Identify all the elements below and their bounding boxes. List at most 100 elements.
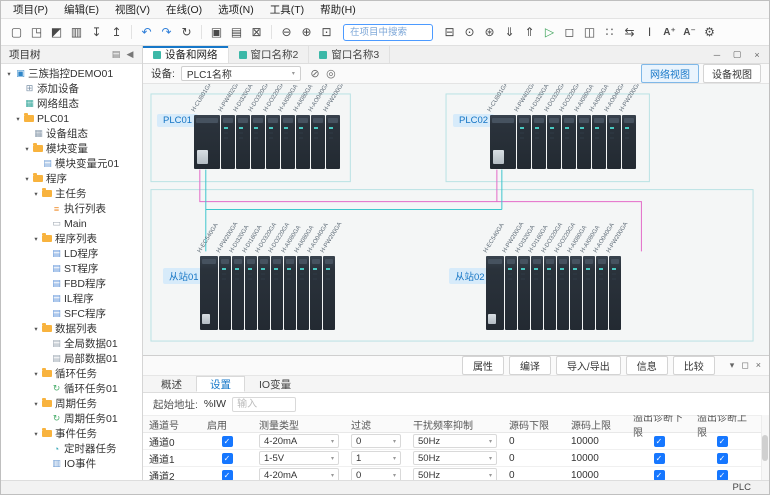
- target-icon[interactable]: ◎: [323, 67, 339, 80]
- download-icon[interactable]: ⇓: [500, 23, 519, 42]
- station-slave01[interactable]: 从站01 H-EC540GAH-PW200GAH-DI320GAH-DI160G…: [163, 224, 335, 330]
- minimize-icon[interactable]: ─: [711, 50, 723, 60]
- compile-icon[interactable]: ⊛: [480, 23, 499, 42]
- save-icon[interactable]: ◩: [47, 23, 66, 42]
- paste-icon[interactable]: ▤: [227, 23, 246, 42]
- io-module[interactable]: H-AI080GA: [284, 256, 296, 330]
- monitor-icon[interactable]: ◫: [580, 23, 599, 42]
- plc-module[interactable]: H-PW200GA: [326, 115, 340, 169]
- plc-module[interactable]: H-CU801GA: [490, 115, 516, 169]
- action-button[interactable]: 比较: [673, 356, 715, 375]
- menu-item[interactable]: 工具(T): [262, 1, 312, 18]
- io-module[interactable]: H-DI320GA: [232, 256, 244, 330]
- close-icon[interactable]: ×: [751, 50, 763, 60]
- project-search-input[interactable]: [343, 24, 433, 41]
- io-module[interactable]: H-DO220GA: [557, 256, 569, 330]
- tree-item[interactable]: ▾ 主任务: [1, 186, 142, 201]
- editor-tab[interactable]: 设备和网络: [143, 46, 229, 63]
- tree-item[interactable]: ▾ 周期任务: [1, 396, 142, 411]
- station-label[interactable]: 从站01: [163, 268, 205, 284]
- undo-icon[interactable]: ↶: [137, 23, 156, 42]
- plc-module[interactable]: H-AI080GA: [296, 115, 310, 169]
- enable-checkbox[interactable]: [222, 470, 233, 481]
- tree-item[interactable]: 网络组态: [1, 96, 142, 111]
- overflow-diag-low-checkbox[interactable]: [654, 453, 665, 464]
- tree-item[interactable]: ▾ 程序: [1, 171, 142, 186]
- tree-item[interactable]: LD程序: [1, 246, 142, 261]
- view-toggle-button[interactable]: 设备视图: [703, 64, 761, 83]
- measure-type-select[interactable]: 4-20mA▾: [259, 468, 339, 480]
- expander-icon[interactable]: ▾: [32, 190, 40, 198]
- io-module[interactable]: H-PW200GA: [219, 256, 231, 330]
- filter-select[interactable]: 1▾: [351, 451, 401, 465]
- panel-tab[interactable]: IO变量: [245, 376, 305, 392]
- frequency-select[interactable]: 50Hz▾: [413, 451, 497, 465]
- io-module[interactable]: H-PW200GA: [609, 256, 621, 330]
- tree-item[interactable]: ▾ 数据列表: [1, 321, 142, 336]
- tree-item[interactable]: ▾ PLC01: [1, 111, 142, 126]
- filter-select[interactable]: 0▾: [351, 468, 401, 480]
- plc-module[interactable]: H-DO320GA: [251, 115, 265, 169]
- enable-checkbox[interactable]: [222, 436, 233, 447]
- grid-icon[interactable]: ∷: [600, 23, 619, 42]
- save-all-icon[interactable]: ▥: [67, 23, 86, 42]
- menu-item[interactable]: 帮助(H): [312, 1, 364, 18]
- ibeam-icon[interactable]: I: [640, 23, 659, 42]
- action-button[interactable]: 编译: [509, 356, 551, 375]
- tree-item[interactable]: 循环任务01: [1, 381, 142, 396]
- tree-item[interactable]: 添加设备: [1, 81, 142, 96]
- io-module[interactable]: H-AO040GA: [596, 256, 608, 330]
- menu-item[interactable]: 在线(O): [158, 1, 210, 18]
- io-module[interactable]: H-PW200GA: [323, 256, 335, 330]
- import-icon[interactable]: ↧: [87, 23, 106, 42]
- zoom-out-icon[interactable]: ⊖: [277, 23, 296, 42]
- plc-module[interactable]: H-AO040GA: [311, 115, 325, 169]
- expander-icon[interactable]: ▾: [32, 430, 40, 438]
- io-module[interactable]: H-EC540GA: [200, 256, 218, 330]
- io-module[interactable]: H-PW200GA: [505, 256, 517, 330]
- tree-item[interactable]: ▾ 三族指控DEMO01: [1, 66, 142, 81]
- plc-module[interactable]: H-AI080GA: [592, 115, 606, 169]
- close-panel-icon[interactable]: ×: [756, 360, 761, 371]
- font-decrease-icon[interactable]: A⁻: [680, 23, 699, 42]
- disable-icon[interactable]: ⊘: [307, 67, 323, 80]
- expand-panel-icon[interactable]: ▾: [730, 360, 735, 371]
- measure-type-select[interactable]: 4-20mA▾: [259, 434, 339, 448]
- copy-icon[interactable]: ▣: [207, 23, 226, 42]
- station-plc02[interactable]: PLC02 H-CU801GAH-PW402GAH-DI320GAH-DO320…: [453, 87, 636, 169]
- overflow-diag-low-checkbox[interactable]: [654, 470, 665, 481]
- filter-select[interactable]: 0▾: [351, 434, 401, 448]
- plc-module[interactable]: H-PW402GA: [221, 115, 235, 169]
- editor-tab[interactable]: 窗口名称2: [229, 46, 310, 63]
- tree-item[interactable]: IL程序: [1, 291, 142, 306]
- tree-item[interactable]: 全局数据01: [1, 336, 142, 351]
- tree-item[interactable]: FBD程序: [1, 276, 142, 291]
- tree-item[interactable]: ▾ 循环任务: [1, 366, 142, 381]
- io-module[interactable]: H-DO320GA: [258, 256, 270, 330]
- plc-module[interactable]: H-DO320GA: [547, 115, 561, 169]
- enable-checkbox[interactable]: [222, 453, 233, 464]
- plc-module[interactable]: H-DO220GA: [562, 115, 576, 169]
- overflow-diag-high-checkbox[interactable]: [717, 470, 728, 481]
- expander-icon[interactable]: ▾: [32, 325, 40, 333]
- zoom-in-icon[interactable]: ⊕: [297, 23, 316, 42]
- pin-panel-icon[interactable]: ▤: [109, 49, 123, 60]
- tree-item[interactable]: 执行列表: [1, 201, 142, 216]
- io-module[interactable]: H-AO040GA: [310, 256, 322, 330]
- plc-module[interactable]: H-PW402GA: [517, 115, 531, 169]
- refresh-icon[interactable]: ↻: [177, 23, 196, 42]
- overflow-diag-high-checkbox[interactable]: [717, 453, 728, 464]
- frequency-select[interactable]: 50Hz▾: [413, 468, 497, 480]
- restore-icon[interactable]: ▢: [731, 49, 743, 60]
- io-module[interactable]: H-DO220GA: [271, 256, 283, 330]
- print-icon[interactable]: ⊟: [440, 23, 459, 42]
- station-plc01[interactable]: PLC01 H-CU801GAH-PW402GAH-DI320GAH-DO320…: [157, 87, 340, 169]
- start-address-input[interactable]: [232, 397, 296, 412]
- io-module[interactable]: H-DO320GA: [544, 256, 556, 330]
- tree-item[interactable]: 周期任务01: [1, 411, 142, 426]
- io-module[interactable]: H-DI160GA: [245, 256, 257, 330]
- io-module[interactable]: H-AI080GA: [297, 256, 309, 330]
- measure-type-select[interactable]: 1-5V▾: [259, 451, 339, 465]
- panel-tab[interactable]: 设置: [196, 376, 245, 392]
- tree-item[interactable]: ▾ 事件任务: [1, 426, 142, 441]
